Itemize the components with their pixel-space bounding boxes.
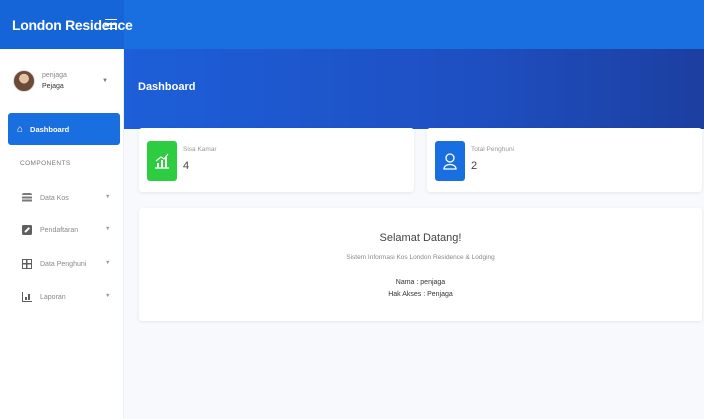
sidebar-item-laporan[interactable]: Laporan ▼ <box>8 286 120 308</box>
stat-label: Total Penghuni <box>471 146 515 153</box>
sidebar-item-pendaftaran[interactable]: Pendaftaran ▼ <box>8 219 120 241</box>
welcome-card: Selamat Datang! Sistem Informasi Kos Lon… <box>139 208 702 321</box>
sidebar-item-data-penghuni[interactable]: Data Penghuni ▼ <box>8 253 120 275</box>
stat-card-total-penghuni: Total Penghuni 2 <box>427 128 702 192</box>
stat-value: 2 <box>471 160 478 172</box>
sidebar-item-label: Data Penghuni <box>40 260 87 268</box>
bar-chart-icon <box>22 292 32 302</box>
chevron-down-icon: ▼ <box>105 194 111 200</box>
sidebar-item-label: Dashboard <box>30 124 70 134</box>
user-panel[interactable]: penjaga Pejaga ▼ <box>8 57 120 105</box>
chevron-down-icon: ▼ <box>105 293 111 299</box>
stat-value: 4 <box>183 160 190 172</box>
chevron-down-icon: ▼ <box>105 260 111 266</box>
home-icon: ⌂ <box>17 123 24 135</box>
growth-chart-icon <box>147 141 177 181</box>
welcome-subtitle: Sistem Informasi Kos London Residence & … <box>346 254 495 261</box>
table-icon <box>22 259 32 269</box>
user-role: Pejaga <box>42 83 64 90</box>
sidebar-item-dashboard[interactable]: ⌂ Dashboard <box>8 113 120 145</box>
sidebar-item-data-kos[interactable]: Data Kos ▼ <box>8 187 120 209</box>
sidebar-item-label: Laporan <box>40 293 66 301</box>
user-name-line: Nama : penjaga <box>395 279 446 286</box>
user-name: penjaga <box>42 72 67 79</box>
access-level-line: Hak Akses : Penjaga <box>388 291 453 298</box>
sidebar-item-label: Data Kos <box>40 194 69 202</box>
chevron-down-icon[interactable]: ▼ <box>102 78 108 84</box>
edit-icon <box>22 225 32 235</box>
page-header: Dashboard <box>124 49 704 129</box>
page-title: Dashboard <box>138 81 196 93</box>
section-heading: COMPONENTS <box>20 160 71 167</box>
sidebar: penjaga Pejaga ▼ ⌂ Dashboard COMPONENTS … <box>0 49 124 419</box>
layers-icon <box>22 193 32 203</box>
stat-label: Sisa Kamar <box>183 146 217 153</box>
stat-card-sisa-kamar: Sisa Kamar 4 <box>139 128 414 192</box>
hamburger-menu-icon[interactable] <box>105 14 117 34</box>
chevron-down-icon: ▼ <box>105 226 111 232</box>
welcome-title: Selamat Datang! <box>379 232 462 244</box>
sidebar-item-label: Pendaftaran <box>40 226 79 234</box>
avatar <box>13 70 35 92</box>
user-icon <box>435 141 465 181</box>
